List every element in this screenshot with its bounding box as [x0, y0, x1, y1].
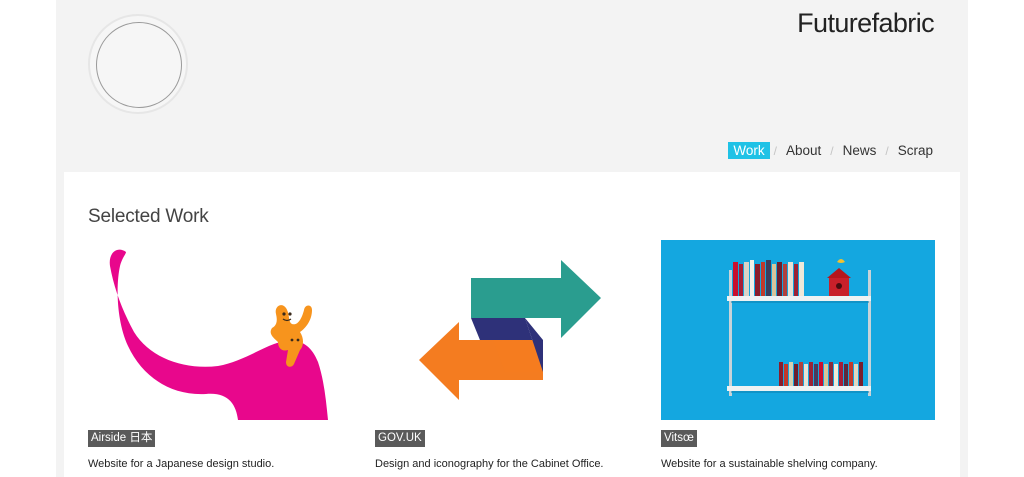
project-thumbnail-vitsoe[interactable]	[661, 240, 935, 420]
project-thumbnail-govuk[interactable]	[375, 240, 649, 420]
nav-item-news[interactable]: News	[838, 142, 882, 159]
project-description: Design and iconography for the Cabinet O…	[375, 458, 604, 470]
nav-item-work[interactable]: Work	[728, 142, 770, 159]
project-thumbnail-airside[interactable]	[88, 240, 362, 420]
nav-separator: /	[830, 143, 834, 158]
project-tag[interactable]: Vitsœ	[661, 430, 697, 447]
page: Futurefabric Work / About / News / Scrap…	[56, 0, 968, 477]
project-card-govuk[interactable]: GOV.UK Design and iconography for the Ca…	[375, 240, 649, 470]
shelving-photo-icon	[661, 240, 935, 420]
project-tag[interactable]: GOV.UK	[375, 430, 425, 447]
project-card-vitsoe[interactable]: Vitsœ Website for a sustainable shelving…	[661, 240, 935, 470]
project-description: Website for a sustainable shelving compa…	[661, 458, 878, 470]
project-tag[interactable]: Airside 日本	[88, 430, 156, 447]
project-card-airside[interactable]: Airside 日本 Website for a Japanese design…	[88, 240, 362, 470]
nav-separator: /	[885, 143, 889, 158]
content-panel: Selected Work Airside 日本 Website for a J…	[64, 172, 960, 477]
logo-circle-icon[interactable]	[88, 14, 188, 114]
section-title: Selected Work	[88, 206, 209, 227]
main-nav: Work / About / News / Scrap	[728, 142, 938, 159]
exchange-arrows-icon	[375, 240, 649, 420]
nav-item-about[interactable]: About	[781, 142, 826, 159]
project-description: Website for a Japanese design studio.	[88, 458, 275, 470]
pink-creature-illustration-icon	[88, 240, 362, 420]
nav-separator: /	[773, 143, 777, 158]
brand-logo[interactable]: Futurefabric	[797, 8, 934, 39]
nav-item-scrap[interactable]: Scrap	[893, 142, 938, 159]
